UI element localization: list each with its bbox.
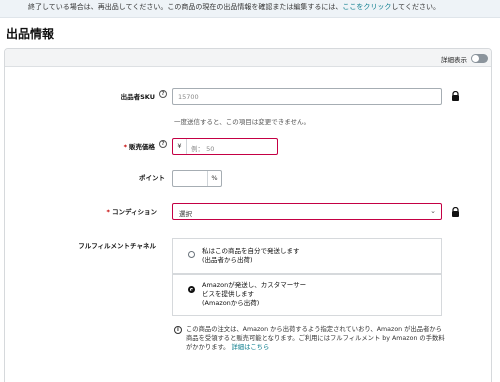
learn-more-link[interactable]: 詳細はこちら bbox=[231, 344, 269, 351]
currency-symbol: ¥ bbox=[173, 139, 187, 154]
price-field[interactable]: ¥ 例： 50 bbox=[172, 138, 278, 155]
price-required-mark: * bbox=[123, 143, 127, 151]
fulfillment-option-amazon[interactable]: Amazonが発送し、カスタマーサー ビスを提供します (Amazonから出荷) bbox=[172, 274, 442, 316]
price-input[interactable]: 例： 50 bbox=[191, 143, 214, 153]
condition-select[interactable]: 選択 ⌄ bbox=[172, 203, 442, 220]
radio-amazon[interactable] bbox=[188, 286, 195, 293]
condition-label: * コンディション bbox=[107, 206, 157, 216]
fba-info-text: この商品の注文は、Amazon から出荷するよう指定されていおり、Amazon … bbox=[186, 325, 448, 352]
option-amazon-line2: ビスを提供します bbox=[202, 290, 254, 298]
condition-label-text: コンディション bbox=[111, 208, 157, 216]
info-icon: i bbox=[174, 326, 182, 334]
chevron-down-icon: ⌄ bbox=[430, 207, 436, 215]
sku-input[interactable]: 15700 bbox=[172, 88, 442, 105]
condition-lock-icon bbox=[452, 207, 459, 217]
banner-link[interactable]: ここをクリック bbox=[342, 3, 391, 11]
info-banner: 終了している場合は、再出品してください。この商品の現在の出品情報を確認または編集… bbox=[0, 0, 500, 18]
fulfillment-label: フルフィルメントチャネル bbox=[78, 242, 156, 250]
price-help-icon[interactable]: ? bbox=[159, 140, 167, 148]
price-label: * 販売価格 bbox=[124, 141, 155, 151]
banner-text: 終了している場合は、再出品してください。この商品の現在の出品情報を確認または編集… bbox=[28, 2, 440, 12]
option-amazon-line3: (Amazonから出荷) bbox=[202, 299, 260, 307]
option-amazon-text: Amazonが発送し、カスタマーサー ビスを提供します (Amazonから出荷) bbox=[202, 281, 306, 308]
details-toggle-label: 詳細表示 bbox=[441, 56, 467, 64]
fba-info-message: この商品の注文は、Amazon から出荷するよう指定されていおり、Amazon … bbox=[186, 326, 445, 351]
panel-header: 詳細表示 bbox=[5, 49, 491, 67]
option-merchant-line1: 私はこの商品を自分で発送します bbox=[202, 247, 300, 255]
radio-merchant[interactable] bbox=[188, 251, 195, 258]
points-input[interactable]: % bbox=[172, 170, 222, 187]
points-label: ポイント bbox=[139, 174, 165, 182]
option-merchant-line2: (出品者から出荷) bbox=[202, 256, 253, 264]
option-amazon-line1: Amazonが発送し、カスタマーサー bbox=[202, 281, 307, 289]
banner-message: 終了している場合は、再出品してください。この商品の現在の出品情報を確認または編集… bbox=[28, 3, 343, 11]
sku-note: 一度送信すると、この項目は変更できません。 bbox=[174, 118, 311, 126]
option-merchant-text: 私はこの商品を自分で発送します (出品者から出荷) bbox=[202, 247, 300, 265]
sku-label: 出品者SKU bbox=[120, 93, 155, 101]
percent-unit: % bbox=[207, 171, 221, 186]
condition-required-mark: * bbox=[106, 208, 110, 216]
fulfillment-option-merchant[interactable]: 私はこの商品を自分で発送します (出品者から出荷) bbox=[172, 238, 442, 274]
condition-selected: 選択 bbox=[179, 210, 192, 218]
sku-lock-icon bbox=[452, 91, 459, 101]
sku-help-icon[interactable]: ? bbox=[159, 90, 167, 98]
toggle-knob bbox=[472, 55, 479, 62]
details-toggle[interactable] bbox=[471, 54, 488, 63]
banner-suffix: してください。 bbox=[391, 3, 440, 11]
price-label-text: 販売価格 bbox=[129, 143, 155, 151]
section-title: 出品情報 bbox=[6, 27, 55, 41]
